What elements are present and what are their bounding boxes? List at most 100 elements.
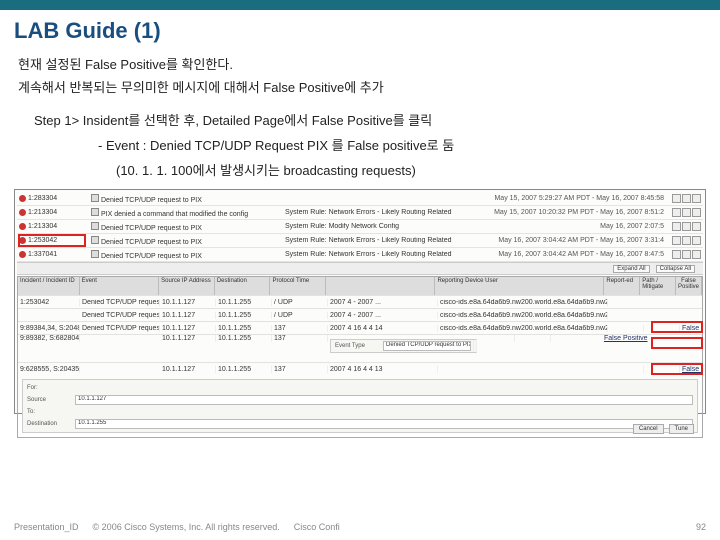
collapse-all-button[interactable]: Collapse All — [656, 265, 695, 273]
col-reported: Report-ed — [604, 277, 640, 295]
cell-rp — [479, 335, 515, 342]
cell-rd: cisco-ids.e8a.64da6b9.nw200.world.e8a.64… — [438, 325, 608, 332]
incident-id: 1:283304 — [28, 195, 57, 202]
action-icon[interactable] — [682, 208, 691, 217]
cell-dst: 10.1.1.255 — [216, 325, 272, 332]
expand-collapse-bar: Expand All Collapse All — [17, 262, 703, 275]
cancel-button[interactable]: Cancel — [633, 424, 664, 434]
action-icon[interactable] — [692, 194, 701, 203]
action-icon[interactable] — [682, 222, 691, 231]
severity-dot-icon — [19, 223, 26, 230]
action-icon[interactable] — [672, 222, 681, 231]
col-protocol: Protocol Time — [270, 277, 326, 295]
cell-pt: / UDP — [272, 299, 328, 306]
detail-panel: Incident / Incident ID Event Source IP A… — [17, 276, 703, 438]
action-icon[interactable] — [692, 222, 701, 231]
action-icon[interactable] — [682, 236, 691, 245]
detail-row: 9:628555, S:20435 10.1.1.127 10.1.1.255 … — [18, 362, 702, 375]
expand-all-button[interactable]: Expand All — [613, 265, 649, 273]
intro-line-2: 계속해서 반복되는 무의미한 메시지에 대해서 False Positive에 … — [18, 77, 702, 96]
event-icon — [91, 222, 99, 230]
action-icon[interactable] — [672, 236, 681, 245]
event-type-label: Event Type — [335, 343, 383, 349]
cell-src: 10.1.1.127 — [160, 299, 216, 306]
event-type-box: Event TypeDenied TCP/UDP request to PIX — [330, 339, 477, 353]
step-1-paren: (10. 1. 1. 100에서 발생시키는 broadcasting requ… — [116, 160, 702, 179]
accent-bar — [0, 0, 720, 10]
false-positive-link[interactable]: False Positive — [682, 366, 702, 373]
col-event: Event — [80, 277, 160, 295]
cell-time: 2007 4 - 2007 ... — [328, 312, 438, 319]
footer-confidential: Cisco Confi — [294, 522, 340, 532]
event-icon — [91, 194, 99, 202]
severity-dot-icon — [19, 195, 26, 202]
source-label: Source — [27, 397, 75, 403]
false-positive-link[interactable]: False Positive — [682, 325, 702, 332]
cell-src: 10.1.1.127 — [160, 325, 216, 332]
cell-time: 2007 4 16 4 4 13 — [328, 366, 438, 373]
action-icon[interactable] — [672, 194, 681, 203]
incident-id: 1:253042 — [28, 237, 57, 244]
incident-row[interactable]: 1:337041 Denied TCP/UDP request to PIX S… — [17, 248, 703, 262]
dest-input[interactable]: 10.1.1.255 — [75, 419, 693, 429]
event-text: PIX denied a command that modified the c… — [101, 211, 248, 218]
incident-row[interactable]: 1:283304 Denied TCP/UDP request to PIX M… — [17, 192, 703, 206]
cell-pt: 137 — [272, 335, 328, 342]
slide-footer: Presentation_ID © 2006 Cisco Systems, In… — [14, 522, 706, 532]
cell-src: 10.1.1.127 — [160, 312, 216, 319]
detail-row: 1:253042 Denied TCP/UDP request to PIX 1… — [18, 295, 702, 308]
col-source: Source IP Address — [159, 277, 215, 295]
action-icon[interactable] — [682, 194, 691, 203]
action-icon[interactable] — [672, 250, 681, 259]
tune-button[interactable]: Tune — [669, 424, 694, 434]
action-icon[interactable] — [682, 250, 691, 259]
cell-src: 10.1.1.127 — [160, 335, 216, 342]
action-icon[interactable] — [672, 208, 681, 217]
source-input[interactable]: 10.1.1.127 — [75, 395, 693, 405]
embedded-screenshot: 1:283304 Denied TCP/UDP request to PIX M… — [14, 189, 706, 414]
col-dest: Destination — [215, 277, 271, 295]
cell-dst: 10.1.1.255 — [216, 312, 272, 319]
time-text: May 16, 2007 2:07:5 — [479, 223, 664, 230]
rule-text: System Rule: Modify Network Config — [285, 223, 475, 230]
time-text: May 16, 2007 3:04:42 AM PDT - May 16, 20… — [479, 251, 664, 258]
severity-dot-icon — [19, 209, 26, 216]
detail-row: Denied TCP/UDP request to PIX 10.1.1.127… — [18, 308, 702, 321]
cell-evt: Denied TCP/UDP request to PIX — [80, 299, 160, 306]
event-type-value: Denied TCP/UDP request to PIX — [383, 341, 471, 351]
cell-id: 9:89384,34, S:20481 — [18, 325, 80, 332]
action-icon[interactable] — [692, 208, 701, 217]
action-icon[interactable] — [692, 250, 701, 259]
cell-time: 2007 4 16 4 4 14 — [328, 325, 438, 332]
severity-dot-icon — [19, 251, 26, 258]
time-text: May 15, 2007 5:29:27 AM PDT - May 16, 20… — [479, 195, 664, 202]
incident-list: 1:283304 Denied TCP/UDP request to PIX M… — [17, 192, 703, 275]
detail-row: 9:89384,34, S:20481 Denied TCP/UDP reque… — [18, 321, 702, 334]
cell-id: 9:89382, S:682804 — [18, 335, 80, 342]
cell-id: 9:628555, S:20435 — [18, 366, 80, 373]
cell-evt: Denied TCP/UDP request to PIX — [80, 325, 160, 332]
intro-line-1: 현재 설정된 False Positive를 확인한다. — [18, 54, 702, 73]
incident-row[interactable]: 1:213304 PIX denied a command that modif… — [17, 206, 703, 220]
action-icon[interactable] — [692, 236, 701, 245]
col-id: Incident / Incident ID — [18, 277, 80, 295]
event-text: Denied TCP/UDP request to PIX — [101, 197, 202, 204]
incident-row[interactable]: 1:253042 Denied TCP/UDP request to PIX S… — [17, 234, 703, 248]
step-1: Step 1> Insident를 선택한 후, Detailed Page에서… — [34, 110, 702, 129]
rule-text: System Rule: Network Errors - Likely Rou… — [285, 209, 475, 216]
col-time — [326, 277, 435, 295]
event-icon — [91, 208, 99, 216]
event-icon — [91, 250, 99, 258]
incident-row[interactable]: 1:213304 Denied TCP/UDP request to PIX S… — [17, 220, 703, 234]
false-positive-link[interactable]: False Positive — [604, 335, 648, 342]
cell-rd: cisco-ids.e8a.64da6b9.nw200.world.e8a.64… — [438, 312, 608, 319]
col-falsepositive: False Positive — [676, 277, 702, 295]
tune-dialog: For: Source10.1.1.127 To: Destination10.… — [22, 379, 698, 433]
to-label: To: — [27, 409, 75, 415]
footer-presentation-id: Presentation_ID — [14, 522, 79, 532]
col-path: Path / Mitigate — [640, 277, 676, 295]
page-title: LAB Guide (1) — [0, 10, 720, 54]
cell-dst: 10.1.1.255 — [216, 299, 272, 306]
event-text: Denied TCP/UDP request to PIX — [101, 253, 202, 260]
step-1-dash: - Event : Denied TCP/UDP Request PIX 를 F… — [98, 135, 702, 154]
